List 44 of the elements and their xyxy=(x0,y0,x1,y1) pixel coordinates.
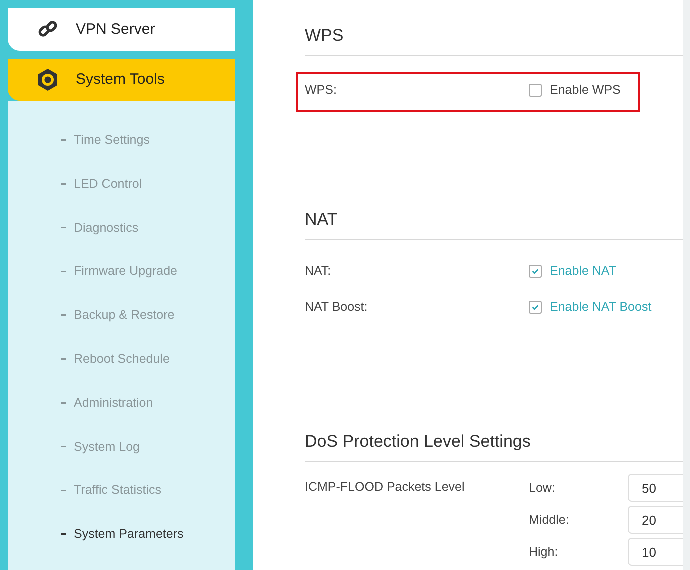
submenu-item[interactable]: Administration xyxy=(61,394,235,411)
dash-icon xyxy=(61,314,66,316)
input-field[interactable]: 10 xyxy=(628,538,683,566)
section-heading: NAT xyxy=(305,210,683,240)
dash-icon xyxy=(61,490,66,492)
field-label: WPS: xyxy=(305,83,338,97)
dash-icon xyxy=(61,270,66,272)
checkbox[interactable] xyxy=(529,264,542,278)
field-label: NAT Boost: xyxy=(305,300,369,314)
submenu-item[interactable]: Traffic Statistics xyxy=(61,482,235,498)
submenu-item[interactable]: Diagnostics xyxy=(61,220,235,236)
field-label: High: xyxy=(529,545,560,559)
menu-item[interactable]: VPN Server xyxy=(8,8,235,51)
dash-icon xyxy=(61,183,66,185)
input-field[interactable]: 50 xyxy=(628,474,683,502)
check-icon xyxy=(531,266,540,276)
check-icon xyxy=(531,302,540,312)
dash-icon xyxy=(61,226,66,228)
dash-icon xyxy=(61,402,66,404)
menu-item[interactable]: System Tools xyxy=(8,58,235,102)
submenu-item[interactable]: Time Settings xyxy=(61,132,235,148)
checkbox[interactable] xyxy=(529,84,542,96)
checkbox-option[interactable]: Enable NAT xyxy=(529,264,616,278)
checkbox-option[interactable]: Enable NAT Boost xyxy=(529,300,652,314)
gear-icon xyxy=(36,68,60,92)
field-label: Middle: xyxy=(529,513,570,527)
dash-icon xyxy=(61,446,66,448)
field-label: Low: xyxy=(529,481,556,495)
submenu-item[interactable]: Firmware Upgrade xyxy=(61,263,235,280)
checkbox[interactable] xyxy=(529,300,542,314)
section-heading: DoS Protection Level Settings xyxy=(305,432,683,462)
submenu-item[interactable]: Reboot Schedule xyxy=(61,351,235,368)
dash-icon xyxy=(61,533,66,535)
field-label: ICMP-FLOOD Packets Level xyxy=(305,480,466,494)
checkbox-option[interactable]: Enable WPS xyxy=(529,83,621,97)
dash-icon xyxy=(61,139,66,141)
input-field[interactable]: 20 xyxy=(628,506,683,534)
submenu-item[interactable]: System Parameters xyxy=(61,526,235,542)
submenu-item[interactable]: Backup & Restore xyxy=(61,307,235,324)
dash-icon xyxy=(61,358,66,360)
submenu-item[interactable]: LED Control xyxy=(61,176,235,192)
field-label: NAT: xyxy=(305,264,332,278)
section-heading: WPS xyxy=(305,26,683,56)
submenu-item[interactable]: System Log xyxy=(61,438,235,455)
